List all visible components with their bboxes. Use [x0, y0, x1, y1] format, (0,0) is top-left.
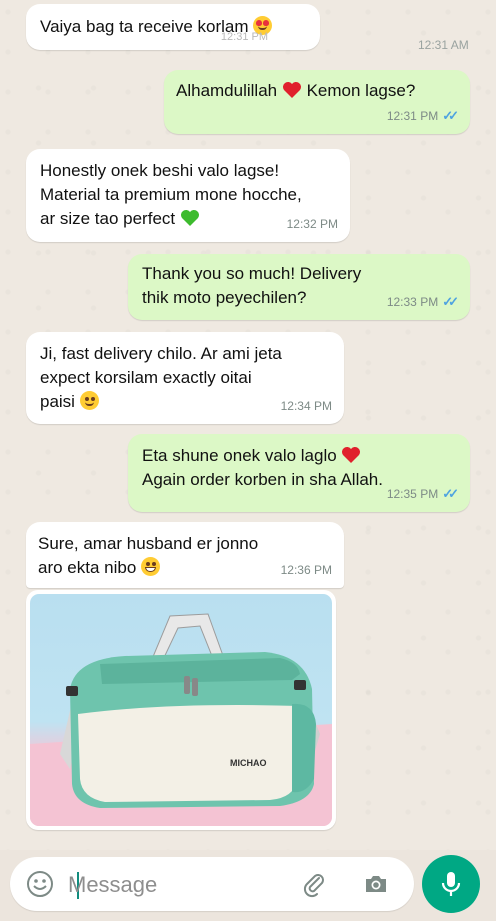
- duffel-bag-photo: MICHAO: [30, 594, 332, 826]
- bag-brand-label: MICHAO: [230, 758, 267, 768]
- message-line: Ji, fast delivery chilo. Ar ami jeta: [40, 344, 282, 363]
- green-heart-emoji-icon: [180, 209, 200, 227]
- message-meta: 12:31 PM ✓✓: [386, 104, 459, 128]
- chat-area: Vaiya bag ta receive korlam 12:31 PM 12:…: [0, 0, 496, 850]
- message-line: ar size tao perfect: [40, 209, 176, 228]
- message-time: 12:31 PM: [386, 109, 439, 123]
- message-bubble-incoming[interactable]: Sure, amar husband er jonno aro ekta nib…: [26, 522, 344, 588]
- message-input[interactable]: [68, 869, 278, 901]
- message-input-pill: [10, 857, 414, 911]
- message-line: Thank you so much! Delivery: [142, 264, 362, 283]
- message-meta: 12:33 PM ✓✓: [386, 290, 459, 314]
- message-line: aro ekta nibo: [38, 558, 137, 577]
- message-line: Eta shune onek valo laglo: [142, 446, 337, 465]
- red-heart-emoji-icon: [282, 81, 302, 99]
- message-time: 12:33 PM: [386, 295, 439, 309]
- grinning-face-emoji-icon: [141, 557, 161, 576]
- message-bubble-incoming[interactable]: Ji, fast delivery chilo. Ar ami jeta exp…: [26, 332, 344, 424]
- message-line: Material ta premium mone hocche,: [40, 185, 302, 204]
- message-meta: 12:35 PM ✓✓: [386, 482, 459, 506]
- message-line: Sure, amar husband er jonno: [38, 534, 259, 553]
- message-bubble-outgoing[interactable]: Thank you so much! Delivery thik moto pe…: [128, 254, 470, 320]
- message-bubble-incoming[interactable]: Vaiya bag ta receive korlam 12:31 PM: [26, 4, 320, 50]
- microphone-icon[interactable]: [422, 855, 480, 913]
- read-ticks-icon: ✓✓: [442, 486, 459, 501]
- message-bubble-outgoing[interactable]: Alhamdulillah Kemon lagse? 12:31 PM ✓✓: [164, 70, 470, 134]
- image-message[interactable]: MICHAO: [26, 590, 336, 830]
- red-heart-emoji-icon: [341, 446, 361, 464]
- message-text: Vaiya bag ta receive korlam: [40, 17, 249, 36]
- message-line: paisi: [40, 392, 75, 411]
- message-time: 12:32 PM: [286, 217, 338, 231]
- camera-icon[interactable]: [360, 868, 392, 900]
- message-time: 12:31 PM: [220, 31, 268, 43]
- smiling-face-emoji-icon: [79, 391, 99, 410]
- message-text: Alhamdulillah: [176, 81, 278, 100]
- message-composer: [0, 850, 496, 921]
- message-line: expect korsilam exactly oitai: [40, 368, 252, 387]
- message-time: 12:36 PM: [280, 563, 332, 577]
- message-bubble-incoming[interactable]: Honestly onek beshi valo lagse! Material…: [26, 149, 350, 242]
- message-text-after: Kemon lagse?: [306, 81, 416, 100]
- paperclip-icon[interactable]: [298, 868, 330, 900]
- message-time: 12:35 PM: [386, 487, 439, 501]
- read-ticks-icon: ✓✓: [442, 294, 459, 309]
- message-time-outer: 12:31 AM: [418, 38, 469, 52]
- message-time: 12:34 PM: [280, 399, 332, 413]
- smiley-icon[interactable]: [24, 868, 56, 900]
- read-ticks-icon: ✓✓: [442, 108, 459, 123]
- message-bubble-outgoing[interactable]: Eta shune onek valo laglo Again order ko…: [128, 434, 470, 512]
- message-line: Honestly onek beshi valo lagse!: [40, 161, 280, 180]
